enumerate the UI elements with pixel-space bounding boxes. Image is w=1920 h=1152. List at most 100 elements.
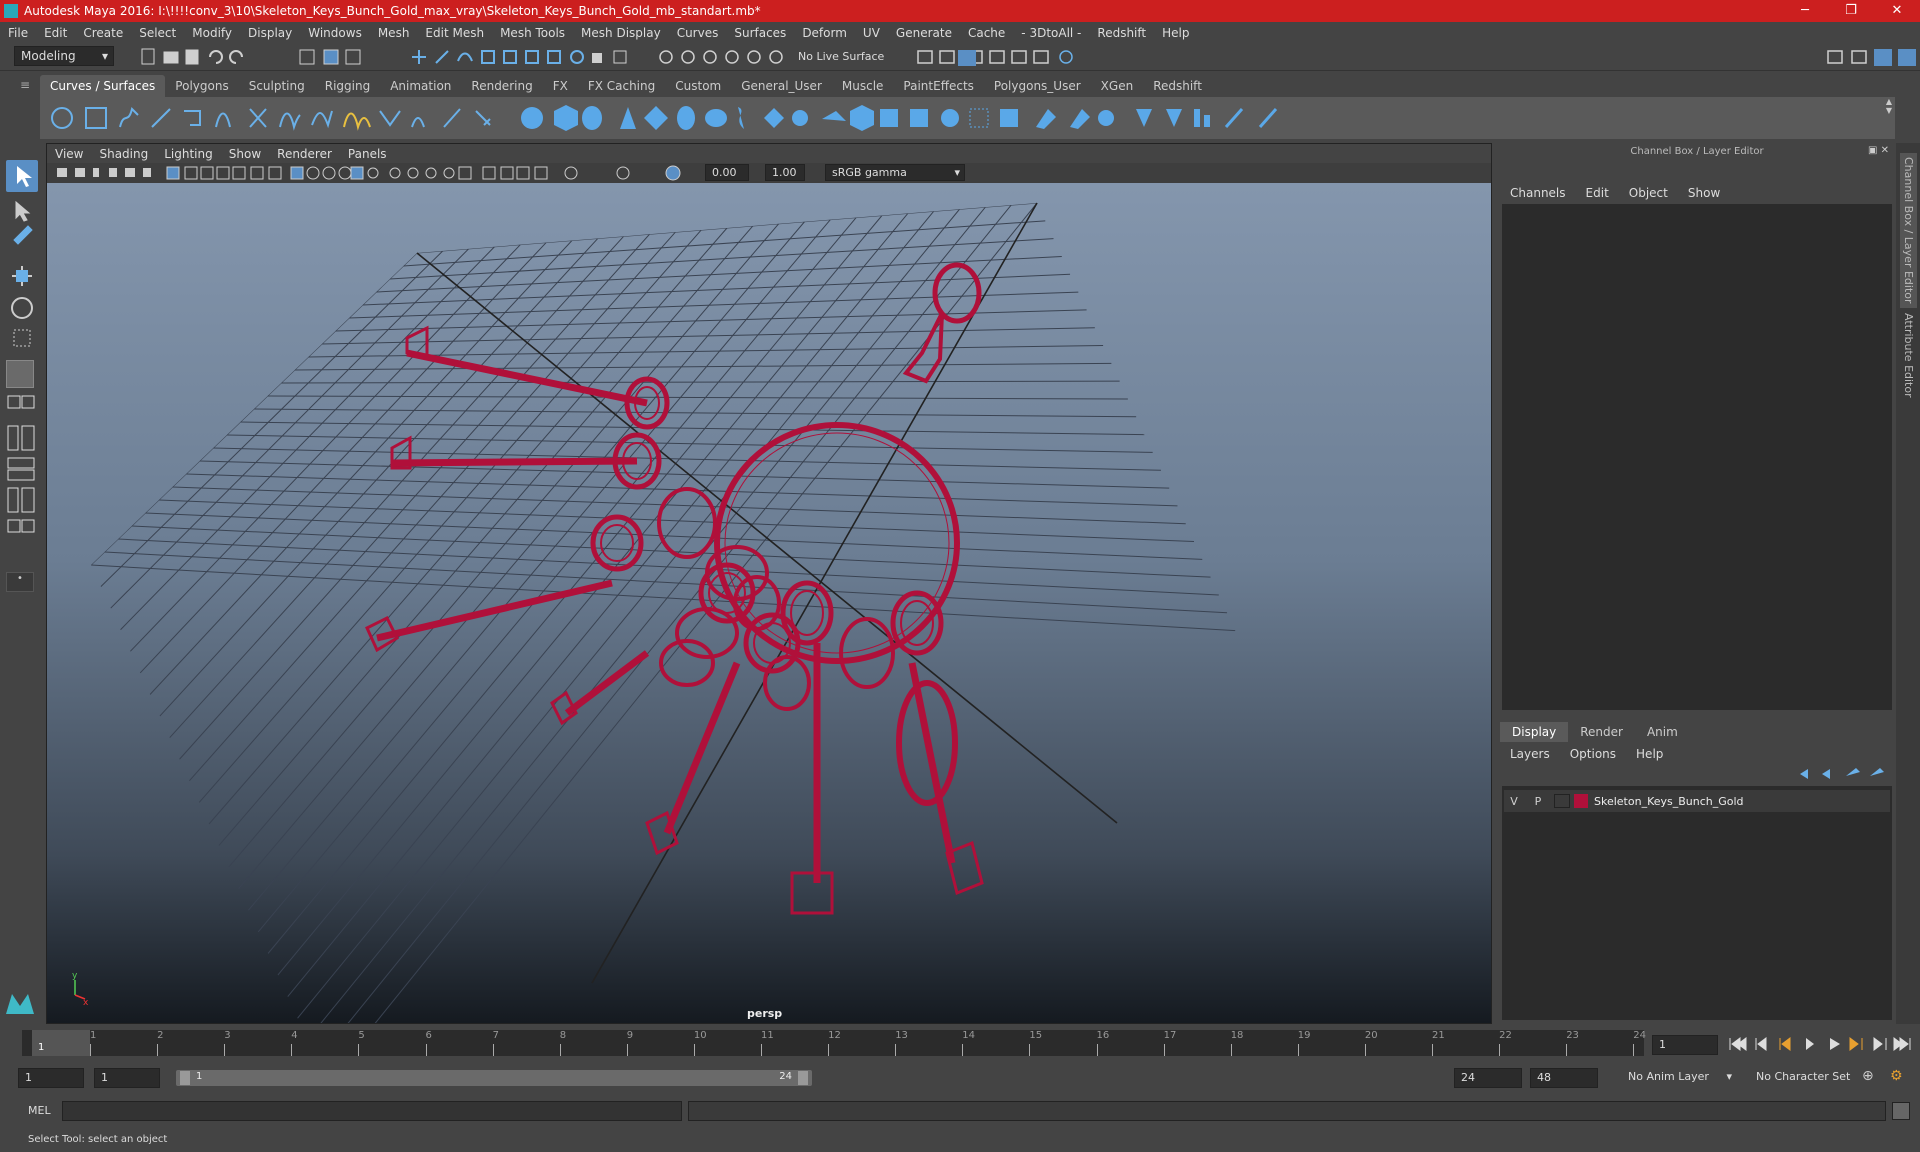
le-tab-render[interactable]: Render	[1568, 722, 1635, 742]
current-frame-field[interactable]: 1	[1652, 1035, 1718, 1055]
auto-key-icon[interactable]: ⊕	[1862, 1068, 1874, 1084]
shelf-tab-xgen[interactable]: XGen	[1091, 75, 1144, 97]
shelf-menu-icon[interactable]: ≡	[20, 78, 34, 92]
shelf-tab-polygons-user[interactable]: Polygons_User	[984, 75, 1091, 97]
shelf-tab-fx-caching[interactable]: FX Caching	[578, 75, 665, 97]
shelf-tab-curves-surfaces[interactable]: Curves / Surfaces	[40, 75, 166, 97]
menu-3dtoall[interactable]: - 3DtoAll -	[1013, 26, 1089, 40]
menu-surfaces[interactable]: Surfaces	[726, 26, 794, 40]
viewport-menu-lighting[interactable]: Lighting	[156, 147, 221, 161]
shelf-tab-animation[interactable]: Animation	[380, 75, 461, 97]
toolbox-more-button[interactable]: •	[6, 572, 34, 592]
shelf-tab-sculpting[interactable]: Sculpting	[239, 75, 315, 97]
exposure-field[interactable]: 0.00	[705, 164, 749, 181]
shelf-tab-painteffects[interactable]: PaintEffects	[893, 75, 983, 97]
viewport-menu-view[interactable]: View	[47, 147, 91, 161]
viewport-menu-panels[interactable]: Panels	[340, 147, 395, 161]
menu-edit-mesh[interactable]: Edit Mesh	[417, 26, 492, 40]
viewport-menu-shading[interactable]: Shading	[91, 147, 156, 161]
side-tab-attribute-editor[interactable]: Attribute Editor	[1900, 309, 1917, 402]
menu-mesh-display[interactable]: Mesh Display	[573, 26, 669, 40]
range-end-handle[interactable]	[798, 1071, 808, 1085]
le-tab-anim[interactable]: Anim	[1635, 722, 1690, 742]
playback-start-field[interactable]: 1	[94, 1068, 160, 1088]
shelf-tab-muscle[interactable]: Muscle	[832, 75, 894, 97]
playback-end-field[interactable]: 24	[1454, 1068, 1522, 1088]
range-slider-bar[interactable]: 1 24	[176, 1070, 812, 1086]
channel-box-body[interactable]	[1502, 204, 1892, 710]
cb-menu-edit[interactable]: Edit	[1576, 186, 1619, 200]
playback-controls[interactable]	[1726, 1034, 1916, 1054]
cb-menu-channels[interactable]: Channels	[1500, 186, 1576, 200]
shelf-tab-custom[interactable]: Custom	[665, 75, 731, 97]
le-menu-help[interactable]: Help	[1626, 747, 1673, 761]
layer-row[interactable]: V P Skeleton_Keys_Bunch_Gold	[1504, 790, 1890, 812]
layer-name[interactable]: Skeleton_Keys_Bunch_Gold	[1594, 795, 1744, 808]
menu-generate[interactable]: Generate	[888, 26, 960, 40]
shelf-tab-fx[interactable]: FX	[543, 75, 578, 97]
layout-preset-icons[interactable]	[6, 394, 38, 554]
quad-layout-button[interactable]	[6, 360, 34, 388]
mode-selector[interactable]: Modeling ▾	[14, 46, 114, 66]
close-button[interactable]: ✕	[1874, 0, 1920, 22]
menu-curves[interactable]: Curves	[669, 26, 727, 40]
shelf-scroll-arrows[interactable]: ▲ ▼	[1883, 97, 1895, 139]
le-tab-display[interactable]: Display	[1500, 722, 1569, 742]
layer-visibility-toggle[interactable]: V	[1504, 795, 1524, 808]
viewport-menu-renderer[interactable]: Renderer	[269, 147, 340, 161]
end-time-field[interactable]: 48	[1530, 1068, 1598, 1088]
start-time-field[interactable]: 1	[18, 1068, 84, 1088]
viewport-scene[interactable]: y x	[47, 183, 1491, 1023]
shelf-tab-redshift[interactable]: Redshift	[1143, 75, 1212, 97]
status-line-icons[interactable]	[140, 47, 900, 67]
menu-mesh[interactable]: Mesh	[370, 26, 418, 40]
menu-display[interactable]: Display	[240, 26, 300, 40]
menu-cache[interactable]: Cache	[960, 26, 1013, 40]
le-menu-options[interactable]: Options	[1560, 747, 1626, 761]
minimize-button[interactable]: ─	[1782, 0, 1828, 22]
viewport-menu-show[interactable]: Show	[221, 147, 269, 161]
preferences-icon[interactable]: ⚙	[1890, 1068, 1903, 1084]
cmd-language-label[interactable]: MEL	[28, 1104, 51, 1117]
menu-redshift[interactable]: Redshift	[1089, 26, 1154, 40]
shelf-tool-icons[interactable]	[40, 97, 1895, 139]
3d-viewport[interactable]: y x persp	[47, 183, 1491, 1023]
menu-file[interactable]: File	[0, 26, 36, 40]
gamma-field[interactable]: 1.00	[765, 164, 805, 181]
viewport-toolbar-icons[interactable]	[55, 165, 715, 181]
menu-modify[interactable]: Modify	[184, 26, 240, 40]
live-surface-label[interactable]: No Live Surface	[798, 50, 884, 63]
range-start-handle[interactable]	[180, 1071, 190, 1085]
menu-help[interactable]: Help	[1154, 26, 1197, 40]
menu-create[interactable]: Create	[75, 26, 131, 40]
side-tab-channel-box[interactable]: Channel Box / Layer Editor	[1900, 153, 1917, 308]
menu-edit[interactable]: Edit	[36, 26, 75, 40]
layer-color-swatch[interactable]	[1574, 794, 1588, 808]
layer-playback-toggle[interactable]: P	[1528, 795, 1548, 808]
menu-deform[interactable]: Deform	[794, 26, 855, 40]
shelf-tab-general-user[interactable]: General_User	[731, 75, 832, 97]
render-icons[interactable]	[916, 47, 1146, 67]
script-editor-icon[interactable]	[1892, 1102, 1910, 1120]
command-input[interactable]	[62, 1101, 682, 1121]
layer-type-toggle[interactable]	[1554, 794, 1570, 808]
shelf-tab-rigging[interactable]: Rigging	[315, 75, 380, 97]
workspace-layout-icons[interactable]	[1824, 47, 1918, 67]
cb-menu-show[interactable]: Show	[1678, 186, 1730, 200]
shelf-tab-polygons[interactable]: Polygons	[165, 75, 238, 97]
menu-select[interactable]: Select	[131, 26, 184, 40]
character-set-dropdown[interactable]: No Character Set	[1750, 1068, 1864, 1088]
le-menu-layers[interactable]: Layers	[1500, 747, 1560, 761]
layer-action-icons[interactable]	[1796, 766, 1886, 782]
panel-float-close-icons[interactable]: ▣ ✕	[1868, 145, 1889, 156]
time-slider-track[interactable]: 1 1 2 3 4 5 6 7 8 9 10 11 12 13 14 15 16 17 18 19 20 21 22 23 2…	[22, 1030, 1646, 1056]
shelf-tab-rendering[interactable]: Rendering	[461, 75, 542, 97]
menu-uv[interactable]: UV	[855, 26, 888, 40]
menu-windows[interactable]: Windows	[300, 26, 370, 40]
menu-mesh-tools[interactable]: Mesh Tools	[492, 26, 573, 40]
select-tool-button[interactable]	[6, 160, 38, 192]
cb-menu-object[interactable]: Object	[1619, 186, 1678, 200]
maximize-button[interactable]: ❐	[1828, 0, 1874, 22]
color-space-dropdown[interactable]: sRGB gamma ▾	[825, 164, 965, 181]
anim-layer-dropdown[interactable]: No Anim Layer ▾	[1622, 1068, 1734, 1088]
